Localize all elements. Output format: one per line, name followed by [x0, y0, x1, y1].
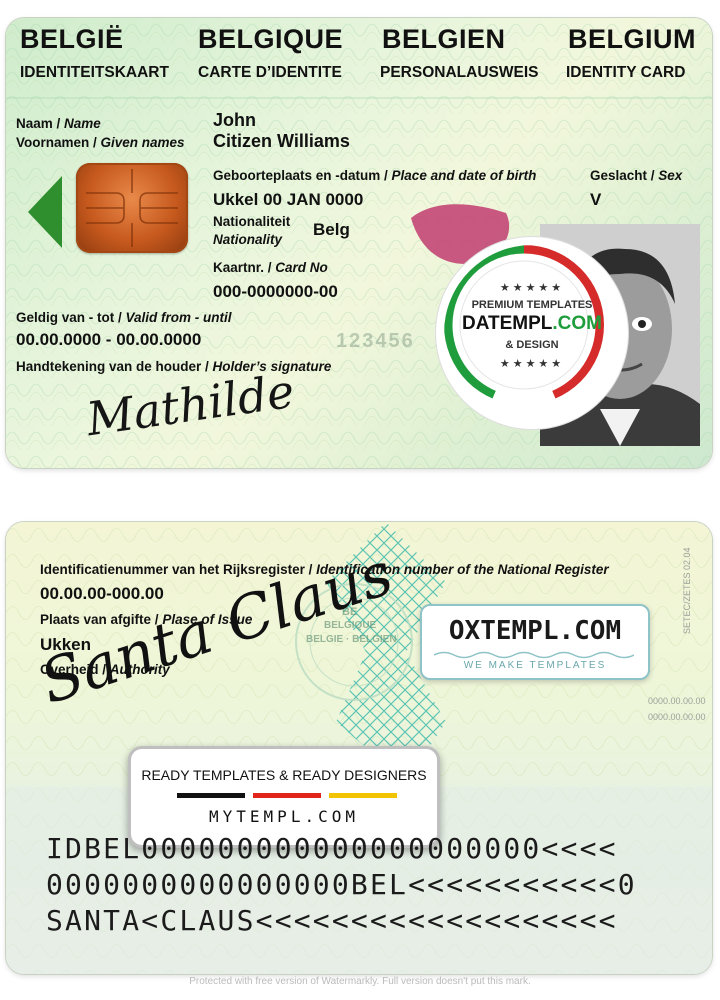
sex-label: Geslacht / Sex: [590, 168, 683, 183]
header-title-en: BELGIUM: [568, 24, 696, 54]
given-names-label: Voornamen / Given names: [16, 135, 185, 150]
green-arrow-icon: [28, 176, 62, 248]
flag-stripe-yellow: [329, 793, 397, 798]
validity-value: 00.00.0000 - 00.00.0000: [16, 330, 202, 349]
mrz-line-3: SANTA<CLAUS<<<<<<<<<<<<<<<<<<<: [46, 904, 618, 937]
id-card-front: BELGIË IDENTITEITSKAART BELGIQUE CARTE D…: [6, 18, 712, 468]
mytempl-title: READY TEMPLATES & READY DESIGNERS: [141, 767, 427, 783]
id-card-back: BE BELGIQUE BELGIE · BELGIEN Identificat…: [6, 522, 712, 974]
badge-stars-bottom: ★★★★★: [499, 358, 565, 370]
mrz-line-1: IDBEL000000000000000000000<<<<: [46, 832, 618, 865]
mrz-line-2: 0000000000000000BEL<<<<<<<<<<<0: [46, 868, 637, 901]
surname-value: John: [213, 110, 256, 130]
oxtempl-title: OXTEMPL.COM: [448, 616, 622, 646]
birth-label: Geboorteplaats en -datum / Place and dat…: [213, 168, 537, 183]
card-no-label: Kaartnr. / Card No: [213, 260, 328, 275]
oxtempl-logo-box: OXTEMPL.COM WE MAKE TEMPLATES: [420, 604, 650, 680]
nationality-value: Belg: [313, 220, 350, 239]
ghost-card-number: 123456: [336, 330, 415, 352]
nationality-label-en: Nationality: [213, 232, 283, 247]
badge-stars-top: ★★★★★: [499, 282, 565, 294]
card-no-value: 000-0000000-00: [213, 282, 338, 301]
chip-icon: [76, 163, 188, 253]
header-subtitle-en: IDENTITY CARD: [566, 64, 686, 81]
holder-signature: Mathilde: [83, 363, 298, 447]
premium-templates-badge: ★★★★★ PREMIUM TEMPLATES DATEMPL.COM & DE…: [436, 237, 628, 429]
flag-stripe-red: [253, 793, 321, 798]
national-register-value: 00.00.00-000.00: [40, 584, 164, 603]
badge-line1: PREMIUM TEMPLATES: [471, 299, 593, 311]
header-subtitle-nl: IDENTITEITSKAART: [20, 64, 169, 81]
birth-value: Ukkel 00 JAN 0000: [213, 190, 364, 209]
side-code-1: SETEC/ZETES 02.04: [682, 547, 692, 634]
header-title-nl: BELGIË: [20, 24, 124, 54]
emblem-line2: BELGIE · BELGIEN: [306, 634, 397, 645]
header-subtitle-de: PERSONALAUSWEIS: [380, 64, 539, 81]
sex-value: V: [590, 190, 602, 209]
header-title-de: BELGIEN: [382, 24, 506, 54]
oxtempl-subtitle: WE MAKE TEMPLATES: [463, 660, 607, 671]
header-subtitle-fr: CARTE D’IDENTITE: [198, 64, 342, 81]
header-title-fr: BELGIQUE: [198, 24, 344, 54]
side-code-2: 0000.00.00.00: [648, 696, 706, 706]
badge-line2: DATEMPL.COM: [461, 313, 603, 334]
side-code-3: 0000.00.00.00: [648, 712, 706, 722]
watermark-notice: Protected with free version of Watermark…: [189, 976, 531, 987]
validity-label: Geldig van - tot / Valid from - until: [16, 310, 232, 325]
nationality-label-nl: Nationaliteit: [213, 214, 291, 229]
mytempl-url: MYTEMPL.COM: [209, 807, 359, 826]
wave-divider-icon: [434, 651, 634, 659]
badge-line3: & DESIGN: [505, 339, 559, 351]
given-names-value: Citizen Williams: [213, 131, 350, 151]
surname-label: Naam / Name: [16, 116, 101, 131]
flag-stripe-black: [177, 793, 245, 798]
